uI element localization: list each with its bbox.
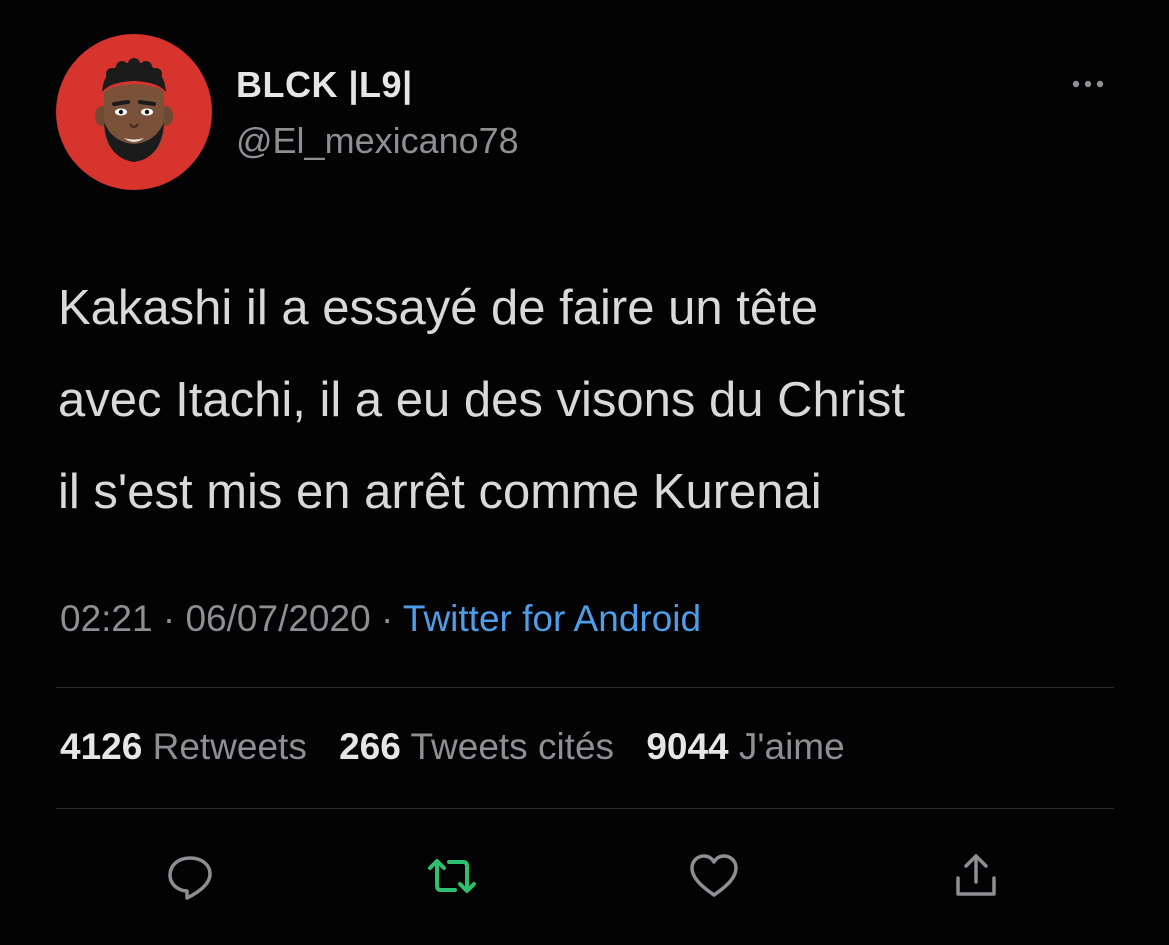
meta-separator: · [162, 598, 176, 639]
cartoon-avatar-icon [95, 58, 173, 162]
tweet-stats: 4126 Retweets 266 Tweets cités 9044 J'ai… [60, 726, 867, 768]
reply-icon [168, 856, 212, 900]
more-options-icon[interactable] [1064, 74, 1112, 94]
display-name[interactable]: BLCK |L9| [236, 64, 413, 106]
share-icon [956, 854, 996, 896]
likes-stat[interactable]: 9044 J'aime [646, 726, 844, 767]
likes-count: 9044 [646, 726, 729, 767]
like-icon [690, 854, 738, 897]
tweet-meta: 02:21 · 06/07/2020 · Twitter for Android [60, 598, 701, 640]
quotes-count: 266 [339, 726, 401, 767]
reply-button[interactable] [162, 848, 218, 904]
tweet-date: 06/07/2020 [185, 598, 371, 639]
like-button[interactable] [686, 848, 742, 904]
retweets-label: Retweets [152, 726, 307, 767]
quotes-label: Tweets cités [410, 726, 615, 767]
retweet-button[interactable] [424, 848, 480, 904]
quotes-stat[interactable]: 266 Tweets cités [339, 726, 614, 767]
retweet-icon [428, 859, 476, 893]
likes-label: J'aime [738, 726, 845, 767]
meta-separator: · [380, 598, 394, 639]
user-handle[interactable]: @El_mexicano78 [236, 120, 519, 162]
tweet-text: Kakashi il a essayé de faire un tête ave… [58, 281, 906, 519]
retweets-count: 4126 [60, 726, 143, 767]
avatar[interactable] [56, 34, 212, 190]
tweet-source-link[interactable]: Twitter for Android [403, 598, 701, 639]
retweets-stat[interactable]: 4126 Retweets [60, 726, 307, 767]
tweet-time: 02:21 [60, 598, 153, 639]
tweet-card: BLCK |L9| @El_mexicano78 Kakashi il a es… [0, 0, 1169, 945]
divider [56, 808, 1114, 809]
divider [56, 687, 1114, 688]
share-button[interactable] [948, 848, 1004, 904]
